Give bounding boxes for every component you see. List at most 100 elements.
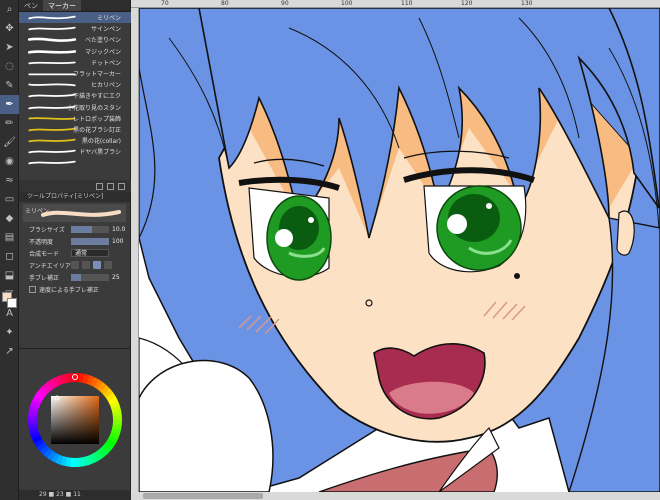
ruler-label: 100 (341, 0, 353, 7)
brush-size-value[interactable]: 10.0 (112, 226, 125, 233)
brush-name: 黒の花(collar) (81, 138, 121, 146)
brush-name: マジックペン (84, 48, 121, 56)
brush-name: べた塗りペン (84, 37, 121, 45)
operation-tool-icon[interactable]: ➤ (0, 38, 19, 57)
brush-stroke-preview (28, 138, 76, 143)
brush-item[interactable]: べた塗りペン (19, 34, 131, 45)
brush-item[interactable] (19, 157, 131, 168)
stabilization-row[interactable]: 手ブレ補正 25 (19, 272, 130, 282)
opacity-label: 不透明度 (29, 238, 54, 246)
brush-stroke-preview (28, 15, 76, 20)
move-tool-icon[interactable]: ✥ (0, 19, 19, 38)
brush-item[interactable]: レトロポップ装飾 (19, 113, 131, 124)
subtool-tabs: ペン マーカー (19, 0, 130, 12)
brush-item[interactable]: マジックペン (19, 46, 131, 57)
brush-size-label: ブラシサイズ (29, 226, 65, 234)
eyedropper-tool-icon[interactable]: ✎ (0, 76, 19, 95)
delete-subtool-icon[interactable] (118, 182, 125, 190)
gradient-tool-icon[interactable]: ▤ (0, 228, 19, 247)
blend-mode-select[interactable]: 通常 (71, 249, 109, 257)
brush-item[interactable]: ドットペン (19, 57, 131, 68)
opacity-slider[interactable] (71, 237, 109, 245)
ruler-label: 130 (521, 0, 533, 7)
brush-item[interactable]: サインペン (19, 23, 131, 34)
drawing-canvas[interactable] (139, 8, 660, 492)
brush-name: ドットペン (90, 59, 121, 67)
stabilization-slider[interactable] (71, 273, 109, 281)
pencil-tool-icon[interactable]: ✏ (0, 114, 19, 133)
ruler-label: 90 (281, 0, 289, 7)
brush-tool-icon[interactable]: 🖌 (0, 133, 19, 152)
brush-name: ドヤバ黒ブラシ (79, 149, 121, 157)
tab-pen[interactable]: ペン (19, 0, 43, 11)
tool-property-panel: ツールプロパティ[ミリペン] ミリペン ブラシサイズ 10.0 不透明度 100… (19, 192, 131, 348)
lasso-tool-icon[interactable]: ◌ (0, 57, 19, 76)
brush-size-slider[interactable] (71, 225, 109, 233)
brush-name: ヒカリペン (90, 82, 121, 90)
brush-item[interactable]: フラットマーカー (19, 68, 131, 79)
antialias-strong-option[interactable] (104, 261, 112, 269)
blend-mode-row[interactable]: 合成モード 通常 (19, 248, 130, 258)
correct-line-tool-icon[interactable]: ↗ (0, 342, 19, 361)
antialias-weak-option[interactable] (82, 261, 90, 269)
canvas-status-bar (131, 492, 660, 500)
stabilization-value[interactable]: 25 (112, 274, 120, 281)
opacity-value[interactable]: 100 (112, 238, 123, 245)
brush-item[interactable]: 下描きやすにエク (19, 90, 131, 101)
frame-tool-icon[interactable]: ⬓ (0, 266, 19, 285)
brush-preview: ミリペン (23, 204, 126, 222)
brush-item[interactable]: 小花取り見のスタン (19, 102, 131, 113)
canvas-area[interactable]: 70 80 90 100 110 120 130 (131, 0, 660, 500)
brush-stroke-preview (28, 83, 76, 87)
brush-stroke-preview (28, 73, 76, 76)
antialias-none-option[interactable] (71, 261, 79, 269)
blend-tool-icon[interactable]: ≈ (0, 171, 19, 190)
horizontal-scrollbar[interactable] (143, 493, 263, 499)
speed-stabilization-row[interactable]: 速度による手ブレ補正 (19, 284, 130, 294)
top-ruler: 70 80 90 100 110 120 130 (131, 0, 660, 8)
clip-studio-window: ⌕ ✥ ➤ ◌ ✎ ✒ ✏ 🖌 ◉ ≈ ▭ ◆ ▤ ◻ ⬓ ◸ A ✦ ↗ ペン… (0, 0, 660, 500)
color-wheel-panel: 29 ■ 23 ■ 11 (19, 348, 131, 500)
antialias-options[interactable] (71, 261, 112, 269)
color-wheel[interactable] (26, 371, 124, 469)
brush-name: サインペン (90, 26, 121, 34)
fill-tool-icon[interactable]: ◆ (0, 209, 19, 228)
brush-item[interactable]: ミリペン (19, 12, 131, 24)
copy-subtool-icon[interactable] (107, 182, 114, 190)
tab-marker[interactable]: マーカー (43, 0, 81, 11)
zoom-tool-icon[interactable]: ⌕ (0, 0, 19, 19)
brush-stroke-preview (28, 127, 76, 132)
brush-stroke-preview (28, 161, 76, 165)
stabilization-label: 手ブレ補正 (29, 274, 60, 282)
brush-stroke-preview (28, 116, 76, 120)
eraser-tool-icon[interactable]: ▭ (0, 190, 19, 209)
brush-name: レトロポップ装飾 (72, 115, 121, 123)
speed-stabilization-checkbox[interactable] (29, 285, 36, 293)
brush-name: 小花取り見のスタン (66, 104, 121, 112)
tool-property-title: ツールプロパティ[ミリペン] (19, 192, 130, 202)
brush-stroke-preview (28, 94, 76, 98)
opacity-row[interactable]: 不透明度 100 (19, 236, 130, 246)
color-swatches[interactable] (2, 292, 17, 308)
sub-color-swatch[interactable] (7, 298, 17, 308)
antialias-medium-option[interactable] (93, 261, 101, 269)
figure-tool-icon[interactable]: ◻ (0, 247, 19, 266)
subtool-panel: ペン マーカー ミリペンサインペンべた塗りペン マジックペン ドットペン フラットマー… (19, 0, 131, 192)
brush-item[interactable]: ヒカリペン (19, 79, 131, 90)
brush-size-row[interactable]: ブラシサイズ 10.0 (19, 224, 130, 234)
brush-item[interactable]: 黒の花ブラシ訂正 (19, 124, 131, 135)
brush-item[interactable]: 黒の花(collar) (19, 135, 131, 146)
balloon-tool-icon[interactable]: ✦ (0, 323, 19, 342)
airbrush-tool-icon[interactable]: ◉ (0, 152, 19, 171)
pen-tool-icon[interactable]: ✒ (0, 95, 19, 114)
brush-stroke-preview (27, 37, 77, 43)
ruler-label: 70 (161, 0, 169, 7)
brush-item[interactable]: ドヤバ黒ブラシ (19, 146, 131, 157)
ruler-label: 120 (461, 0, 473, 7)
brush-name: ミリペン (96, 15, 121, 23)
brush-stroke-preview (27, 49, 77, 54)
speed-stabilization-label: 速度による手ブレ補正 (39, 286, 99, 294)
new-subtool-icon[interactable] (96, 182, 103, 190)
antialias-row[interactable]: アンチエイリアス (19, 260, 130, 270)
brush-stroke-preview (28, 150, 76, 154)
